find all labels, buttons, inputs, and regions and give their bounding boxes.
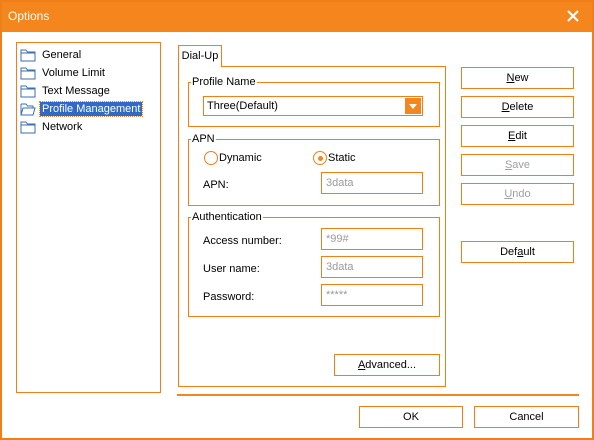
- tree-item-label: Network: [42, 121, 83, 133]
- default-button[interactable]: Default: [461, 241, 574, 263]
- apn-legend: APN: [191, 132, 216, 146]
- password-input[interactable]: [321, 284, 423, 306]
- tree-item-label: Volume Limit: [42, 67, 105, 79]
- undo-button[interactable]: Undo: [461, 183, 574, 205]
- radio-circle: [204, 151, 218, 165]
- button-label-pre: Def: [500, 246, 518, 258]
- tree-item-network[interactable]: Network: [20, 119, 158, 135]
- tree-item-label: Text Message: [42, 85, 110, 97]
- tree-item-label: Profile Management: [38, 101, 144, 117]
- footer-divider: [177, 394, 579, 396]
- radio-dot: [318, 156, 323, 161]
- profile-select[interactable]: Three(Default): [203, 96, 423, 116]
- tree-item-volume-limit[interactable]: Volume Limit: [20, 65, 158, 81]
- button-label-post: ew: [514, 72, 529, 84]
- folder-icon: [20, 84, 36, 98]
- options-tree: General Volume Limit Text Message Profil…: [16, 42, 161, 393]
- access-number-input[interactable]: [321, 228, 423, 250]
- window-title: Options: [8, 9, 50, 23]
- edit-button[interactable]: Edit: [461, 125, 574, 147]
- dynamic-radio-label: Dynamic: [219, 152, 262, 164]
- advanced-button[interactable]: Advanced...: [334, 354, 440, 376]
- user-name-label: User name:: [203, 263, 260, 275]
- tree-item-profile-management[interactable]: Profile Management: [20, 101, 158, 117]
- button-label-post: ndo: [512, 188, 531, 200]
- password-label: Password:: [203, 291, 255, 303]
- tab-dial-up[interactable]: Dial-Up: [178, 45, 222, 67]
- apn-input[interactable]: [321, 172, 423, 194]
- delete-button[interactable]: Delete: [461, 96, 574, 118]
- folder-icon: [20, 48, 36, 62]
- button-label-post: ave: [512, 159, 531, 171]
- options-window: Options General Volume Limit Text Messag…: [0, 0, 594, 440]
- button-label-post: dvanced...: [365, 359, 417, 371]
- user-name-input[interactable]: [321, 256, 423, 278]
- apn-field-label: APN:: [203, 179, 229, 191]
- close-icon[interactable]: [564, 7, 582, 25]
- cancel-button[interactable]: Cancel: [474, 406, 579, 428]
- folder-icon: [20, 66, 36, 80]
- save-button[interactable]: Save: [461, 154, 574, 176]
- tree-item-text-message[interactable]: Text Message: [20, 83, 158, 99]
- title-bar[interactable]: Options: [2, 2, 592, 32]
- static-radio-label: Static: [328, 152, 356, 164]
- radio-circle: [313, 151, 327, 165]
- profile-name-legend: Profile Name: [191, 75, 257, 89]
- static-radio[interactable]: Static: [313, 151, 373, 165]
- folder-icon: [20, 120, 36, 134]
- authentication-legend: Authentication: [191, 210, 263, 224]
- access-number-label: Access number:: [203, 235, 282, 247]
- profile-select-value: Three(Default): [207, 100, 278, 112]
- new-button[interactable]: New: [461, 67, 574, 89]
- chevron-down-icon[interactable]: [405, 98, 421, 114]
- ok-button[interactable]: OK: [359, 406, 463, 428]
- button-label-post: dit: [515, 130, 527, 142]
- button-label-post: elete: [509, 101, 534, 113]
- tree-item-general[interactable]: General: [20, 47, 158, 63]
- dynamic-radio[interactable]: Dynamic: [204, 151, 274, 165]
- button-label-post: ult: [523, 246, 535, 258]
- tab-connector: [179, 65, 221, 67]
- button-label-mnemonic: D: [501, 101, 510, 113]
- tree-item-label: General: [42, 49, 82, 61]
- open-folder-icon: [20, 102, 36, 116]
